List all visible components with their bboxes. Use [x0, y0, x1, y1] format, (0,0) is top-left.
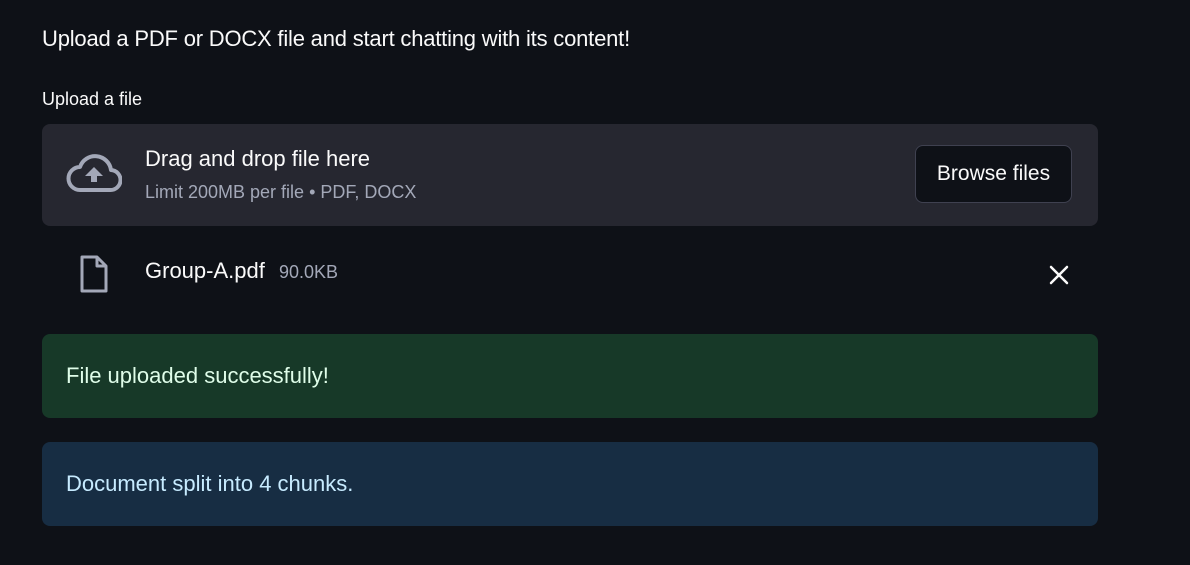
file-icon: [80, 255, 108, 293]
info-alert: Document split into 4 chunks.: [42, 442, 1098, 526]
dropzone-limit-text: Limit 200MB per file • PDF, DOCX: [145, 182, 417, 202]
uploaded-file-row: Group-A.pdf 90.0KB: [42, 244, 1098, 304]
success-alert: File uploaded successfully!: [42, 334, 1098, 418]
uploaded-file-size: 90.0KB: [279, 262, 339, 282]
file-dropzone[interactable]: Drag and drop file here Limit 200MB per …: [42, 124, 1098, 226]
close-icon[interactable]: [1042, 258, 1076, 292]
uploader-label: Upload a file: [42, 89, 143, 109]
uploaded-file-name: Group-A.pdf: [145, 258, 265, 283]
browse-files-button[interactable]: Browse files: [915, 145, 1072, 203]
app-page: Upload a PDF or DOCX file and start chat…: [0, 0, 1190, 565]
intro-text: Upload a PDF or DOCX file and start chat…: [42, 26, 630, 51]
dropzone-instructions: Drag and drop file here: [145, 146, 371, 171]
cloud-upload-icon: [66, 154, 122, 192]
